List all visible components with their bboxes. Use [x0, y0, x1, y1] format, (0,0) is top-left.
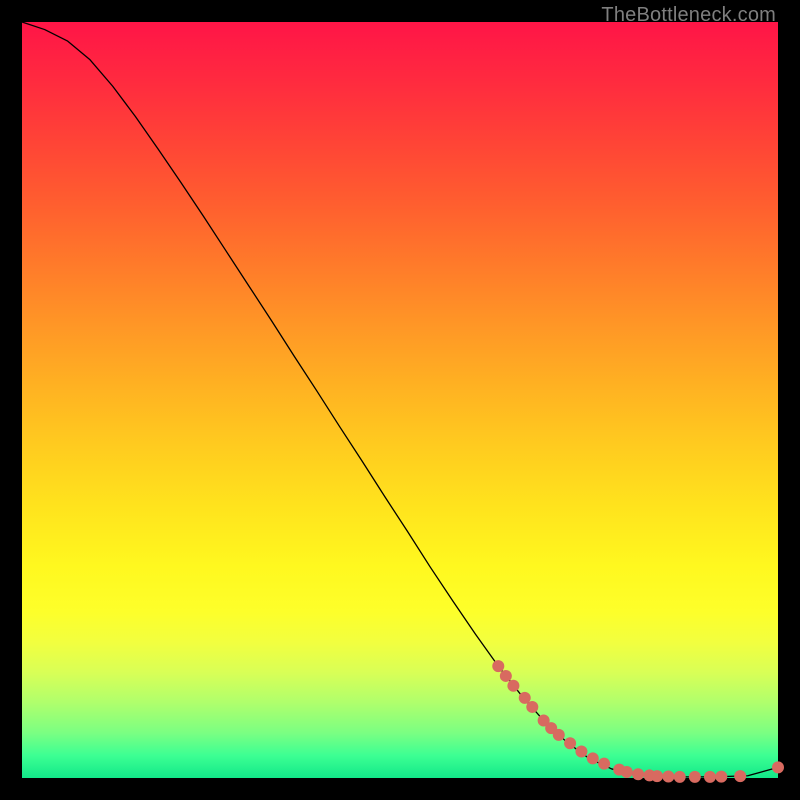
marker-point	[564, 737, 576, 749]
marker-point	[492, 660, 504, 672]
marker-point	[651, 770, 663, 782]
marker-point	[734, 770, 746, 782]
marker-point	[715, 771, 727, 783]
marker-point	[575, 746, 587, 758]
marker-point	[587, 752, 599, 764]
curve-svg	[22, 22, 778, 778]
watermark-text: TheBottleneck.com	[601, 4, 776, 27]
marker-point	[662, 770, 674, 782]
marker-point	[598, 758, 610, 770]
marker-point	[674, 771, 686, 783]
marker-point	[553, 729, 565, 741]
highlight-markers	[492, 660, 784, 783]
marker-point	[500, 670, 512, 682]
marker-point	[621, 766, 633, 778]
marker-point	[704, 771, 716, 783]
marker-point	[772, 761, 784, 773]
marker-point	[689, 771, 701, 783]
bottleneck-curve	[22, 22, 778, 777]
marker-point	[507, 680, 519, 692]
chart-frame: TheBottleneck.com	[0, 0, 800, 800]
marker-point	[632, 768, 644, 780]
plot-area	[22, 22, 778, 778]
marker-point	[526, 701, 538, 713]
